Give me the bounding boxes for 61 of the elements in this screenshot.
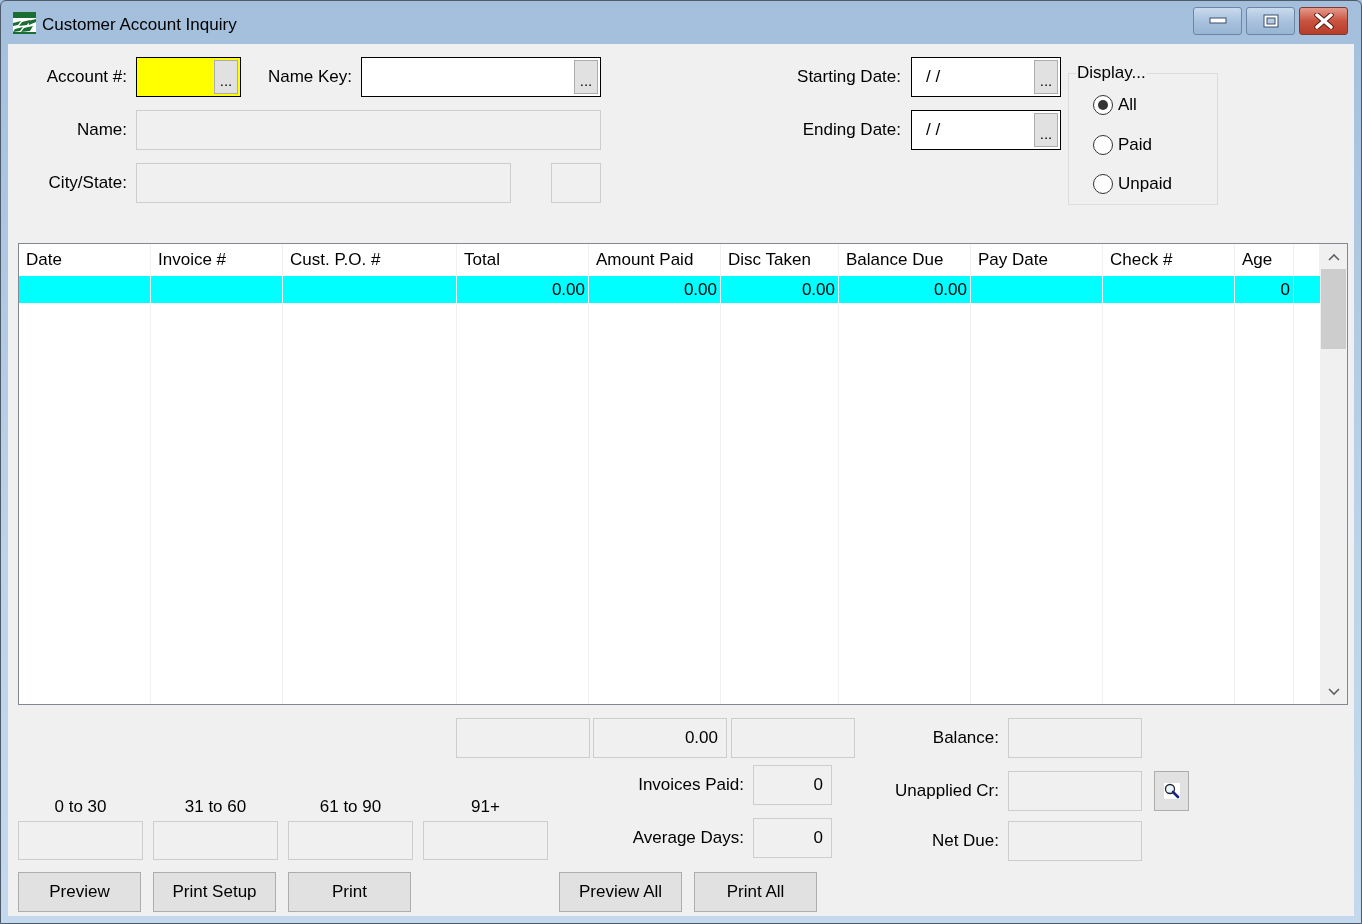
field-label: Invoices Paid: — [637, 775, 744, 795]
search-button[interactable] — [1154, 771, 1189, 811]
date-field[interactable]: / / ... — [911, 110, 1061, 150]
display-field — [551, 163, 601, 203]
report-button[interactable]: Print Setup — [153, 872, 276, 912]
app-icon — [13, 11, 36, 34]
close-button[interactable] — [1299, 6, 1348, 35]
ellipsis-button[interactable]: ... — [574, 60, 598, 94]
display-field: 0 — [753, 818, 832, 858]
table-cell: 0.00 — [457, 276, 589, 303]
ellipsis-button[interactable]: ... — [214, 60, 238, 94]
group-title: Display... — [1076, 63, 1147, 83]
date-field[interactable]: / / ... — [911, 57, 1061, 97]
field-label: Account #: — [45, 67, 127, 87]
date-value: / / — [925, 67, 942, 87]
total-field: 0.00 — [593, 718, 727, 758]
report-button[interactable]: Print — [288, 872, 411, 912]
search-icon — [1162, 782, 1181, 800]
maximize-button[interactable] — [1246, 6, 1295, 35]
minimize-icon — [1208, 16, 1227, 25]
report-button[interactable]: Preview All — [559, 872, 682, 912]
aging-label: 0 to 30 — [53, 797, 108, 817]
radio-button[interactable] — [1093, 174, 1113, 195]
scrollbar-thumb[interactable] — [1321, 269, 1346, 349]
ellipsis-button[interactable]: ... — [1034, 113, 1058, 147]
window-title: Customer Account Inquiry — [42, 14, 237, 35]
table-cell: 0.00 — [839, 276, 971, 303]
field-label: Average Days: — [631, 828, 744, 848]
display-field: 0 — [753, 765, 832, 805]
aging-label: 61 to 90 — [318, 797, 383, 817]
ellipsis-button[interactable]: ... — [1034, 60, 1058, 94]
field-label: Name: — [75, 120, 127, 140]
restore-icon — [1262, 13, 1279, 28]
minimize-button[interactable] — [1193, 6, 1242, 35]
report-button[interactable]: Preview — [18, 872, 141, 912]
radio-label: Unpaid — [1118, 174, 1172, 195]
report-button[interactable]: Print All — [694, 872, 817, 912]
radio-label: All — [1118, 94, 1137, 115]
radio-button[interactable] — [1093, 134, 1113, 155]
radio-label: Paid — [1118, 134, 1153, 155]
field-label: Balance: — [931, 728, 999, 748]
table-row[interactable]: 0.00 0.00 0.00 0.00 0 — [19, 276, 1320, 303]
table-cell: 0.00 — [589, 276, 721, 303]
field-label: City/State: — [47, 173, 127, 193]
table-cell: 0.00 — [721, 276, 839, 303]
field-label: Starting Date: — [796, 67, 901, 87]
aging-label: 91+ — [470, 797, 501, 817]
field-label: Ending Date: — [801, 120, 901, 140]
field-label: Net Due: — [930, 831, 999, 851]
close-icon — [1313, 12, 1334, 29]
date-value: / / — [925, 120, 942, 140]
field-label: Name Key: — [266, 67, 352, 87]
table-cell: 0 — [1235, 276, 1294, 303]
chevron-up-icon[interactable] — [1327, 253, 1340, 261]
aging-label: 31 to 60 — [183, 797, 248, 817]
scrollbar[interactable] — [1320, 244, 1347, 704]
chevron-down-icon[interactable] — [1327, 688, 1340, 696]
lookup-field[interactable]: ... — [136, 57, 241, 97]
lookup-field[interactable]: ... — [361, 57, 601, 97]
radio-button[interactable] — [1093, 94, 1113, 115]
field-label: Unapplied Cr: — [894, 781, 999, 801]
